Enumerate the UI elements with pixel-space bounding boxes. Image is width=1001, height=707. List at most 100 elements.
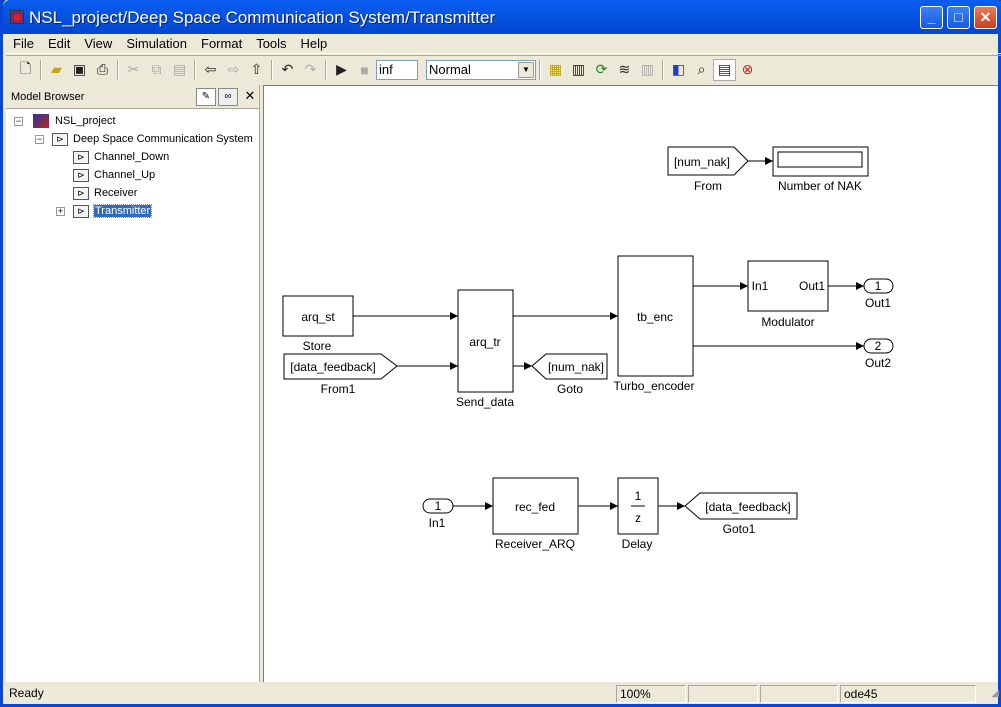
in1-label: In1 xyxy=(429,516,446,530)
tree-item-label: Receiver xyxy=(94,187,138,199)
menu-help[interactable]: Help xyxy=(294,34,335,53)
menu-simulation[interactable]: Simulation xyxy=(119,34,194,53)
redo-icon[interactable]: ↷ xyxy=(299,59,322,81)
menu-tools[interactable]: Tools xyxy=(249,34,293,53)
expand-icon[interactable]: + xyxy=(56,207,65,216)
tree-item-receiver[interactable]: ⊳ Receiver xyxy=(73,185,137,201)
tree-item-deep-space[interactable]: ⊳ Deep Space Communication System xyxy=(52,131,253,147)
turbo-encoder-text: tb_enc xyxy=(637,310,673,324)
simulink-window: NSL_project/Deep Space Communication Sys… xyxy=(0,0,1001,707)
subsystem-icon: ⊳ xyxy=(73,150,89,164)
library-browser-icon[interactable]: ◧ xyxy=(667,59,690,81)
window-title: NSL_project/Deep Space Communication Sys… xyxy=(29,8,496,27)
open-folder-icon[interactable]: ▰ xyxy=(45,59,68,81)
modulator-label: Modulator xyxy=(761,315,814,329)
paste-icon[interactable]: ▤ xyxy=(168,59,191,81)
tree-item-label: NSL_project xyxy=(55,115,116,127)
subsystem-icon: ⊳ xyxy=(73,204,89,218)
from1-label: From1 xyxy=(321,382,356,396)
resize-grip-icon[interactable]: ◢ xyxy=(991,688,999,699)
toolbar-separator xyxy=(40,59,42,80)
menu-edit[interactable]: Edit xyxy=(41,34,77,53)
minimize-button[interactable]: _ xyxy=(920,6,943,29)
model-browser-pane: Model Browser ✎ ∞ ✕ − NSL_project − ⊳ Dee… xyxy=(6,85,260,682)
copy-icon[interactable]: ⧉ xyxy=(145,59,168,81)
menu-bar: File Edit View Simulation Format Tools H… xyxy=(6,34,1001,54)
simulation-mode-select[interactable]: Normal ▼ xyxy=(426,59,536,80)
delay-numerator: 1 xyxy=(635,489,642,503)
chevron-down-icon: ▼ xyxy=(518,61,534,78)
start-simulation-icon[interactable]: ▶ xyxy=(330,59,353,81)
maximize-button[interactable]: □ xyxy=(947,6,970,29)
subsystem-icon: ⊳ xyxy=(73,168,89,182)
up-arrow-icon[interactable]: ⇧ xyxy=(245,59,268,81)
turbo-encoder-label: Turbo_encoder xyxy=(614,379,695,393)
close-button[interactable]: ✕ xyxy=(974,6,997,29)
tree-item-channel-up[interactable]: ⊳ Channel_Up xyxy=(73,167,155,183)
undo-icon[interactable]: ↶ xyxy=(276,59,299,81)
tree-item-label: Channel_Down xyxy=(94,151,170,163)
close-browser-icon[interactable]: ✕ xyxy=(240,88,260,106)
tree-item-channel-down[interactable]: ⊳ Channel_Down xyxy=(73,149,169,165)
layers-icon[interactable]: ≋ xyxy=(613,59,636,81)
model-icon xyxy=(33,114,49,128)
menu-format[interactable]: Format xyxy=(194,34,249,53)
simulation-mode-value: Normal xyxy=(429,61,471,77)
collapse-icon[interactable]: − xyxy=(14,117,23,126)
store-text: arq_st xyxy=(301,310,335,324)
subsystem-icon: ⊳ xyxy=(73,186,89,200)
in1-number: 1 xyxy=(435,499,442,513)
display-label: Number of NAK xyxy=(778,179,862,193)
show-library-links-icon[interactable]: ✎ xyxy=(196,88,216,106)
stop-time-input[interactable]: inf xyxy=(376,59,418,80)
out2-label: Out2 xyxy=(865,356,891,370)
status-bar: Ready 100% ode45 ◢ xyxy=(6,684,1001,704)
build-subsystem-icon[interactable]: ▥ xyxy=(636,59,659,81)
out2-number: 2 xyxy=(875,339,882,353)
print-icon[interactable]: ⎙ xyxy=(91,59,114,81)
forward-arrow-icon[interactable]: ⇨ xyxy=(222,59,245,81)
block-diagram: [num_nak] From Number of NAK arq_st Stor… xyxy=(282,146,894,551)
title-bar[interactable]: NSL_project/Deep Space Communication Sys… xyxy=(3,0,1001,34)
status-field-empty xyxy=(760,685,838,703)
goto-tag: [num_nak] xyxy=(548,360,604,374)
diagram-canvas[interactable]: [num_nak] From Number of NAK arq_st Stor… xyxy=(263,85,998,682)
new-model-icon[interactable]: 🗋 xyxy=(14,59,37,81)
collapse-icon[interactable]: − xyxy=(35,135,44,144)
out1-label: Out1 xyxy=(865,296,891,310)
model-browser-toggle-icon[interactable]: ▤ xyxy=(713,58,736,81)
menu-view[interactable]: View xyxy=(77,34,119,53)
back-arrow-icon[interactable]: ⇦ xyxy=(199,59,222,81)
goto1-tag: [data_feedback] xyxy=(705,500,790,514)
build-icon[interactable]: ▥ xyxy=(567,59,590,81)
delay-denominator: z xyxy=(635,511,641,525)
tree-item-transmitter[interactable]: ⊳ Transmitter xyxy=(73,203,153,219)
from-label: From xyxy=(694,179,722,193)
store-label: Store xyxy=(303,339,332,353)
send-data-text: arq_tr xyxy=(469,335,500,349)
modulator-out-port: Out1 xyxy=(799,279,825,293)
tree-item-label: Transmitter xyxy=(92,204,153,218)
tree-item-label: Deep Space Communication System xyxy=(73,133,253,145)
tree-item-nsl-project[interactable]: NSL_project xyxy=(33,113,116,129)
show-masked-subsystems-icon[interactable]: ∞ xyxy=(218,88,238,106)
tree-item-label: Channel_Up xyxy=(94,169,156,181)
receiver-arq-label: Receiver_ARQ xyxy=(495,537,575,551)
model-explorer-icon[interactable]: ⌕ xyxy=(690,59,713,81)
stop-simulation-icon[interactable]: ■ xyxy=(353,59,376,81)
toolbar-separator xyxy=(117,59,119,80)
subsystem-icon: ⊳ xyxy=(52,132,68,146)
zoom-level: 100% xyxy=(616,685,686,703)
save-icon[interactable]: ▣ xyxy=(68,59,91,81)
toolbar-separator xyxy=(271,59,273,80)
cut-icon[interactable]: ✂ xyxy=(122,59,145,81)
modulator-in-port: In1 xyxy=(752,279,769,293)
update-diagram-icon[interactable]: ▦ xyxy=(544,59,567,81)
model-browser-header: Model Browser ✎ ∞ ✕ xyxy=(6,85,259,109)
toolbar-separator xyxy=(325,59,327,80)
simulink-app-icon xyxy=(10,10,24,24)
debugger-icon[interactable]: ⊗ xyxy=(736,59,759,81)
display-value-box xyxy=(777,151,863,168)
refresh-icon[interactable]: ⟳ xyxy=(590,59,613,81)
menu-file[interactable]: File xyxy=(6,34,41,53)
